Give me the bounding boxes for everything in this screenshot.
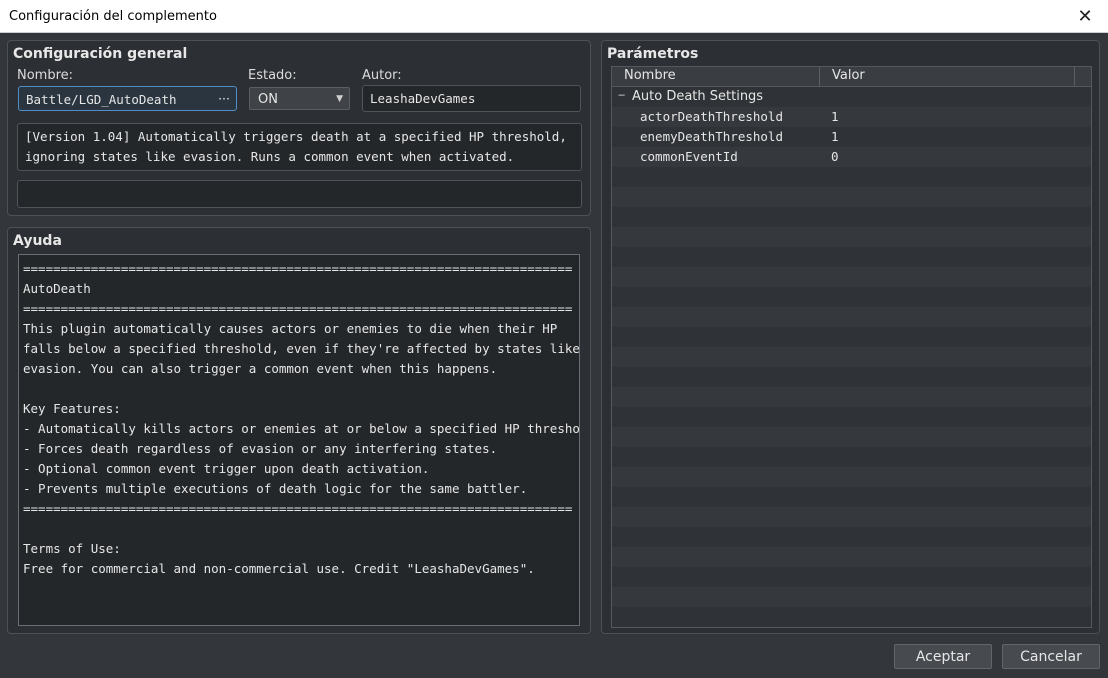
author-label: Autor: xyxy=(362,68,402,83)
empty-row xyxy=(612,507,1091,527)
empty-row xyxy=(612,387,1091,407)
col-separator xyxy=(819,67,820,87)
grid-header: Nombre Valor xyxy=(612,67,1091,87)
empty-row xyxy=(612,247,1091,267)
status-value: ON xyxy=(258,92,278,107)
window-title: Configuración del complemento xyxy=(9,9,217,24)
empty-row xyxy=(612,527,1091,547)
collapse-icon[interactable]: − xyxy=(618,88,625,102)
group-row[interactable]: − Auto Death Settings xyxy=(612,87,1091,107)
chevron-down-icon: ▼ xyxy=(336,94,343,104)
empty-row xyxy=(612,167,1091,187)
empty-row xyxy=(612,447,1091,467)
empty-row xyxy=(612,327,1091,347)
cancel-button[interactable]: Cancelar xyxy=(1002,644,1100,669)
description-field[interactable]: [Version 1.04] Automatically triggers de… xyxy=(17,123,582,171)
title-bar: Configuración del complemento ✕ xyxy=(0,0,1108,33)
param-value: 1 xyxy=(831,109,839,124)
empty-row xyxy=(612,607,1091,627)
param-value: 0 xyxy=(831,149,839,164)
empty-row xyxy=(612,467,1091,487)
empty-row xyxy=(612,547,1091,567)
plugin-name-field[interactable]: Battle/LGD_AutoDeath ··· xyxy=(18,86,237,111)
empty-row xyxy=(612,367,1091,387)
extra-field[interactable] xyxy=(17,180,582,208)
param-name: commonEventId xyxy=(640,149,738,164)
table-row[interactable]: enemyDeathThreshold 1 xyxy=(612,127,1091,147)
help-title: Ayuda xyxy=(13,233,62,249)
group-label: Auto Death Settings xyxy=(632,89,764,104)
close-icon[interactable]: ✕ xyxy=(1062,0,1108,32)
col-value-header[interactable]: Valor xyxy=(832,68,865,83)
empty-row xyxy=(612,587,1091,607)
param-name: actorDeathThreshold xyxy=(640,109,783,124)
general-settings-title: Configuración general xyxy=(13,46,188,62)
empty-row xyxy=(612,567,1091,587)
empty-row xyxy=(612,427,1091,447)
browse-dots-icon[interactable]: ··· xyxy=(218,91,230,106)
empty-row xyxy=(612,347,1091,367)
status-select[interactable]: ON ▼ xyxy=(249,87,350,110)
parameters-title: Parámetros xyxy=(607,46,699,62)
empty-row xyxy=(612,227,1091,247)
empty-row xyxy=(612,407,1091,427)
help-text[interactable]: ========================================… xyxy=(18,254,580,626)
empty-row xyxy=(612,187,1091,207)
name-label: Nombre: xyxy=(17,68,74,83)
param-name: enemyDeathThreshold xyxy=(640,129,783,144)
status-label: Estado: xyxy=(248,68,297,83)
table-row[interactable]: commonEventId 0 xyxy=(612,147,1091,167)
ok-button[interactable]: Aceptar xyxy=(894,644,992,669)
param-value: 1 xyxy=(831,129,839,144)
empty-row xyxy=(612,267,1091,287)
table-row[interactable]: actorDeathThreshold 1 xyxy=(612,107,1091,127)
col-name-header[interactable]: Nombre xyxy=(624,68,676,83)
empty-row xyxy=(612,307,1091,327)
empty-row xyxy=(612,287,1091,307)
help-panel: Ayuda ==================================… xyxy=(7,227,591,634)
plugin-name-value: Battle/LGD_AutoDeath xyxy=(26,92,177,107)
general-settings-panel: Configuración general Nombre: Battle/LGD… xyxy=(7,40,591,216)
author-field[interactable]: LeashaDevGames xyxy=(362,85,581,112)
author-value: LeashaDevGames xyxy=(370,91,476,106)
col-separator xyxy=(1074,67,1075,87)
empty-row xyxy=(612,487,1091,507)
parameters-panel: Parámetros Nombre Valor − Auto Death Set… xyxy=(601,40,1100,634)
empty-row xyxy=(612,207,1091,227)
parameter-rows: − Auto Death Settings actorDeathThreshol… xyxy=(612,87,1091,627)
parameters-grid: Nombre Valor − Auto Death Settings actor… xyxy=(611,66,1092,628)
